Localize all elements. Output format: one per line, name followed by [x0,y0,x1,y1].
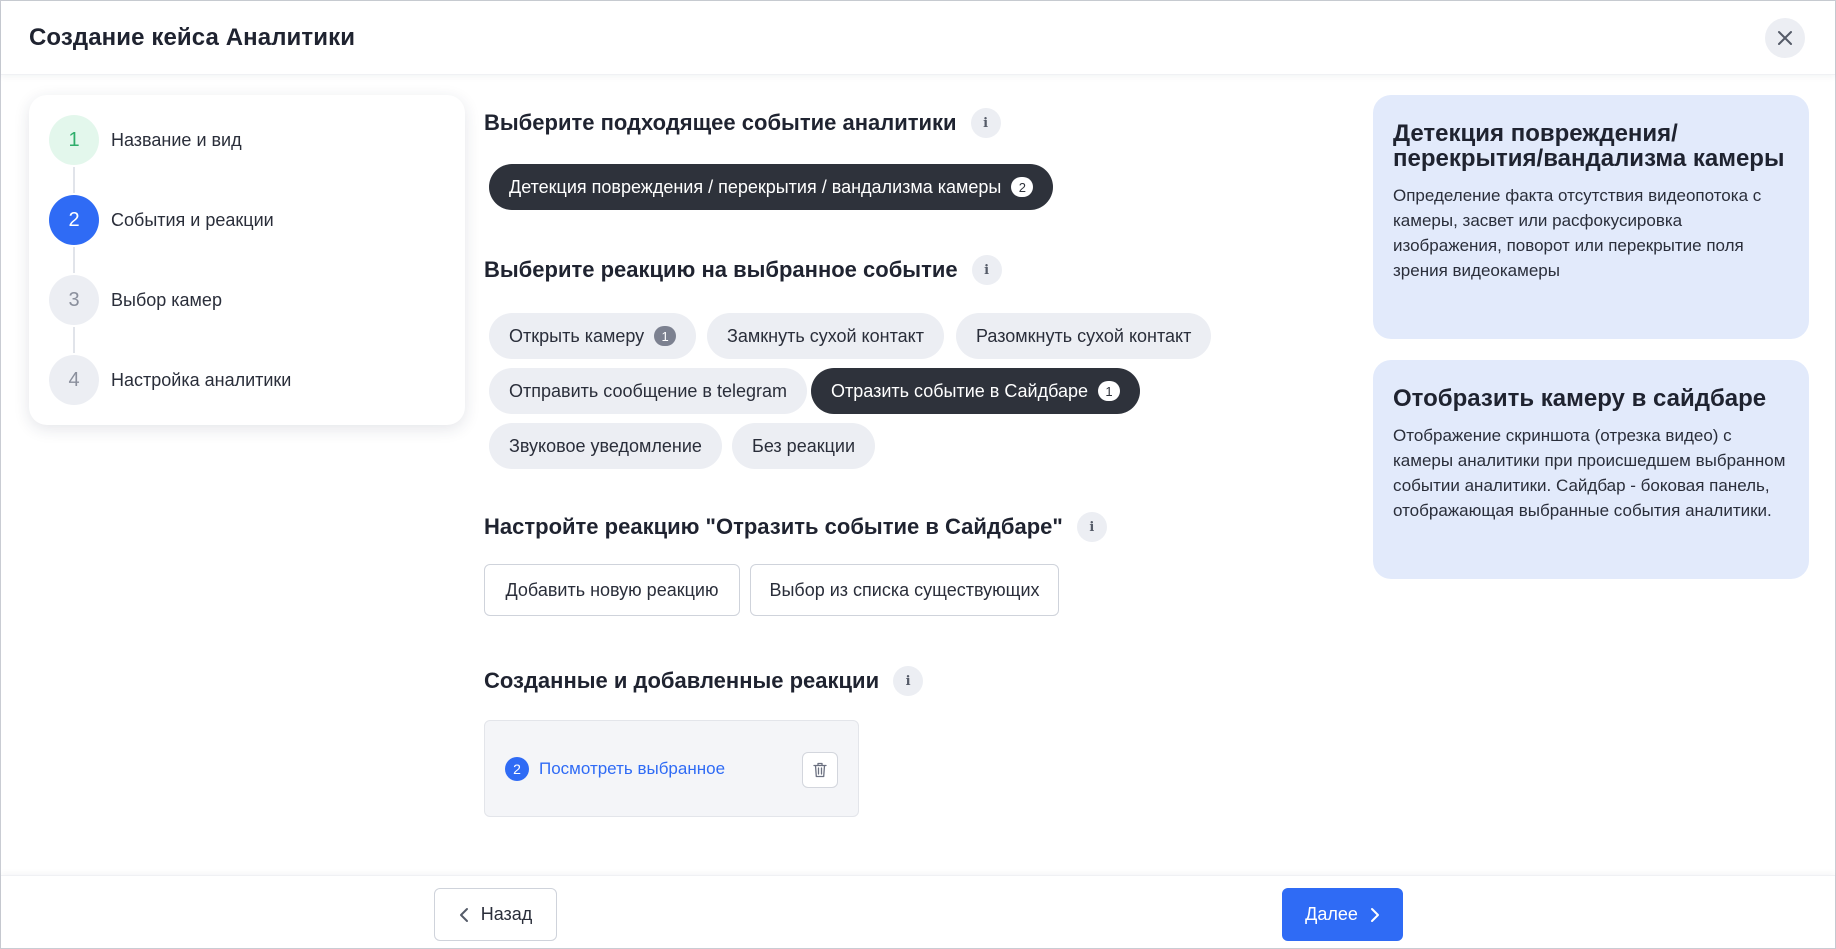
reaction-section-title: Выберите реакцию на выбранное событие i [484,255,1002,285]
view-selected-link[interactable]: Посмотреть выбранное [539,759,725,779]
close-icon [1778,31,1792,45]
section-title-text: Выберите реакцию на выбранное событие [484,257,958,282]
info-icon[interactable]: i [970,108,1001,138]
trash-icon [813,762,827,778]
chip-open-dry-contact[interactable]: Разомкнуть сухой контакт [956,313,1212,359]
step-analytics-settings[interactable]: 4 Настройка аналитики [49,355,445,405]
chip-send-telegram[interactable]: Отправить сообщение в telegram [489,368,808,414]
chip-label: Детекция повреждения / перекрытия / ванд… [509,176,1002,197]
next-label: Далее [1305,904,1358,924]
delete-button[interactable] [802,752,838,788]
step-events-and-reactions[interactable]: 2 События и реакции [49,195,445,273]
step-number: 2 [49,195,99,245]
step-connector [73,327,75,353]
step-camera-selection[interactable]: 3 Выбор камер [49,275,445,353]
count-badge: 2 [505,756,529,781]
step-label: События и реакции [111,209,274,230]
step-label: Настройка аналитики [111,369,292,390]
selected-event-chip[interactable]: Детекция повреждения / перекрытия / ванд… [489,164,1054,210]
card-title: Отобразить камеру в сайдбаре [1393,385,1767,412]
section-title-text: Настройте реакцию "Отразить событие в Са… [484,514,1063,539]
step-number: 4 [49,355,99,405]
count-badge: 2 [1011,177,1034,197]
modal-window: Создание кейса Аналитики 1 Название и ви… [0,0,1836,949]
step-number: 3 [49,275,99,325]
modal-footer: Назад Далее [1,875,1835,949]
chip-show-in-sidebar[interactable]: Отразить событие в Сайдбаре 1 [811,368,1141,414]
count-badge: 1 [654,326,677,346]
step-number: 1 [49,115,99,165]
created-section-title: Созданные и добавленные реакции i [484,666,924,696]
page-title: Создание кейса Аналитики [29,23,356,51]
chevron-right-icon [1370,907,1379,922]
back-label: Назад [480,904,533,924]
chip-open-camera[interactable]: Открыть камеру 1 [489,313,697,359]
chip-label: Отправить сообщение в telegram [509,380,788,401]
step-connector [73,167,75,193]
close-button[interactable] [1765,18,1805,58]
step-name-and-type[interactable]: 1 Название и вид [49,115,445,193]
info-icon[interactable]: i [893,666,924,696]
configure-section-title: Настройте реакцию "Отразить событие в Са… [484,512,1107,542]
event-info-card: Детекция повреждения/ перекрытия/вандали… [1373,95,1809,339]
created-reactions-box: 2 Посмотреть выбранное [484,720,859,817]
modal-header: Создание кейса Аналитики [1,1,1835,75]
count-badge: 1 [1098,381,1121,401]
chip-close-dry-contact[interactable]: Замкнуть сухой контакт [707,313,944,359]
next-button[interactable]: Далее [1282,888,1403,941]
wizard-stepper: 1 Название и вид 2 События и реакции 3 В… [29,95,465,425]
card-text: Определение факта отсутствия видеопотока… [1393,186,1762,281]
step-label: Название и вид [111,129,242,150]
step-label: Выбор камер [111,289,222,310]
chip-no-reaction[interactable]: Без реакции [732,423,876,469]
choose-existing-button[interactable]: Выбор из списка существующих [750,564,1059,616]
chip-label: Без реакции [752,435,856,456]
add-new-reaction-button[interactable]: Добавить новую реакцию [484,564,740,616]
back-button[interactable]: Назад [434,888,557,941]
chip-label: Открыть камеру [509,325,645,346]
chip-label: Замкнуть сухой контакт [727,325,924,346]
chip-label: Звуковое уведомление [509,435,702,456]
reaction-info-card: Отобразить камеру в сайдбаре Отображение… [1373,360,1809,579]
card-text: Отображение скриншота (отрезка видео) с … [1393,426,1786,521]
chevron-left-icon [459,907,468,922]
section-title-text: Созданные и добавленные реакции [484,668,880,693]
section-title-text: Выберите подходящее событие аналитики [484,110,957,135]
event-section-title: Выберите подходящее событие аналитики i [484,108,1001,138]
card-title: Детекция повреждения/ перекрытия/вандали… [1393,120,1785,173]
chip-label: Разомкнуть сухой контакт [976,325,1192,346]
step-connector [73,247,75,273]
chip-sound-notification[interactable]: Звуковое уведомление [489,423,722,469]
info-icon[interactable]: i [971,255,1002,285]
info-icon[interactable]: i [1076,512,1107,542]
chip-label: Отразить событие в Сайдбаре [831,380,1089,401]
